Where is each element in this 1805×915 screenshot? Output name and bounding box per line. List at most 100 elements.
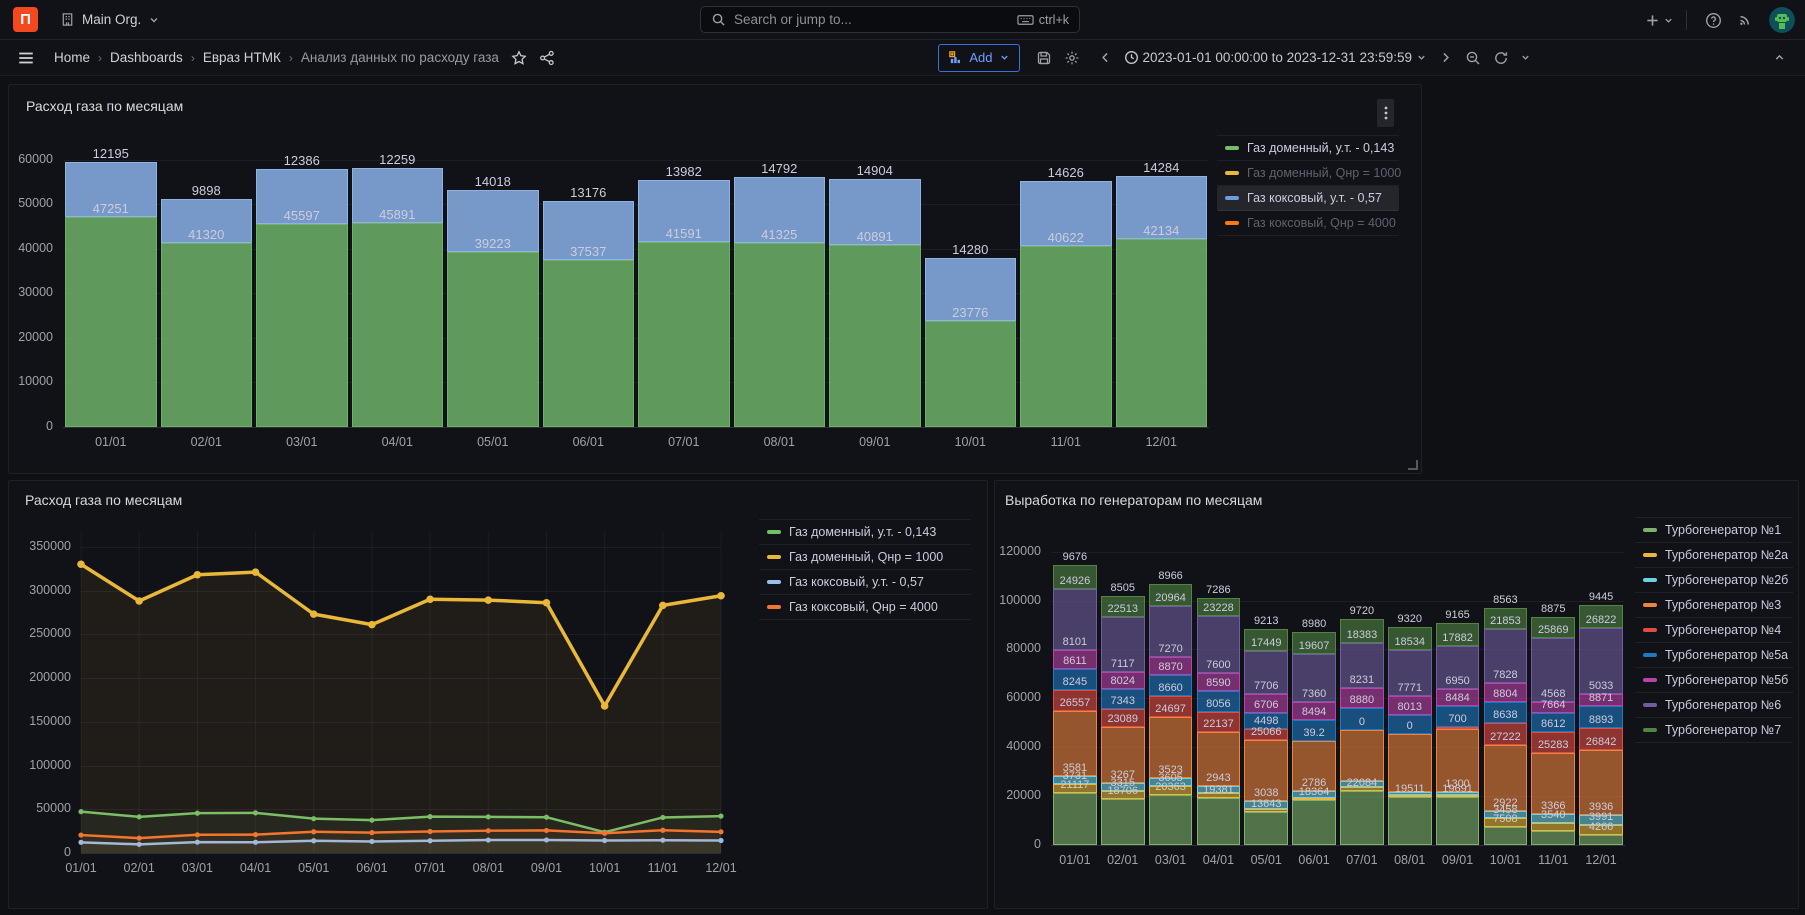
zoom-out-button[interactable] <box>1459 43 1487 73</box>
data-point[interactable] <box>544 828 549 833</box>
search-input[interactable]: Search or jump to... ctrl+k <box>700 6 1080 33</box>
data-point[interactable] <box>543 599 551 607</box>
legend-item[interactable]: Газ коксовый, Qнр = 4000 <box>759 595 971 620</box>
data-point[interactable] <box>252 568 260 576</box>
legend-item[interactable]: Газ доменный, Qнр = 1000 <box>1217 161 1399 186</box>
legend-item[interactable]: Турбогенератор №2б <box>1635 568 1793 593</box>
data-point[interactable] <box>310 610 318 618</box>
gear-icon <box>1064 50 1080 66</box>
mega-menu-toggle[interactable] <box>12 43 40 73</box>
save-dashboard-button[interactable] <box>1030 43 1058 73</box>
add-panel-button[interactable]: Add <box>938 44 1019 72</box>
bar-segment[interactable] <box>1149 795 1193 845</box>
legend-item[interactable]: Турбогенератор №7 <box>1635 718 1793 743</box>
data-point[interactable] <box>660 828 665 833</box>
data-point[interactable] <box>253 832 258 837</box>
legend-item[interactable]: Турбогенератор №1 <box>1635 517 1793 543</box>
bar-segment[interactable] <box>1436 795 1480 797</box>
data-point[interactable] <box>486 828 491 833</box>
help-button[interactable] <box>1699 5 1727 35</box>
data-point[interactable] <box>484 596 492 604</box>
legend-item[interactable]: Турбогенератор №4 <box>1635 618 1793 643</box>
data-point[interactable] <box>426 595 434 603</box>
bar-segment[interactable] <box>1484 827 1528 845</box>
bar-value-label: 8875 <box>1519 604 1587 615</box>
chart-plot-area[interactable]: 0200004000060000800001000001200002111737… <box>1051 537 1625 845</box>
bar-segment[interactable] <box>1244 812 1288 845</box>
data-point[interactable] <box>77 560 85 568</box>
bar-segment[interactable] <box>829 245 921 427</box>
legend-item[interactable]: Газ доменный, Qнр = 1000 <box>759 545 971 570</box>
new-menu-button[interactable] <box>1645 5 1674 35</box>
breadcrumb-item[interactable]: Home <box>54 50 90 65</box>
bar-segment[interactable] <box>65 217 157 427</box>
bar-segment[interactable] <box>1340 791 1384 845</box>
bar-segment[interactable] <box>1292 800 1336 845</box>
dashboard-settings-button[interactable] <box>1058 43 1086 73</box>
legend-item[interactable]: Турбогенератор №3 <box>1635 593 1793 618</box>
bar-segment[interactable] <box>1388 797 1432 845</box>
data-point[interactable] <box>601 702 609 710</box>
data-point[interactable] <box>659 602 667 610</box>
news-button[interactable] <box>1731 5 1759 35</box>
data-point[interactable] <box>717 592 725 600</box>
time-range-picker[interactable]: 2023-01-01 00:00:00 to 2023-12-31 23:59:… <box>1120 43 1431 73</box>
bar-segment[interactable] <box>638 242 730 427</box>
time-shift-back-button[interactable] <box>1092 43 1120 73</box>
bar-segment[interactable] <box>543 260 635 427</box>
bar-segment[interactable] <box>925 321 1017 427</box>
gridline <box>81 809 721 810</box>
legend-item[interactable]: Газ коксовый, у.т. - 0,57 <box>759 570 971 595</box>
chart-plot-area[interactable]: 0500001000001500002000002500003000003500… <box>81 531 721 853</box>
collapse-header-button[interactable] <box>1765 43 1793 73</box>
user-avatar[interactable] <box>1769 7 1795 33</box>
data-point[interactable] <box>311 829 316 834</box>
bar-segment[interactable] <box>352 223 444 427</box>
bar-segment[interactable] <box>1053 793 1097 845</box>
bar-segment[interactable] <box>1579 835 1623 845</box>
legend-item[interactable]: Турбогенератор №2а <box>1635 543 1793 568</box>
legend-item[interactable]: Турбогенератор №5а <box>1635 643 1793 668</box>
data-point[interactable] <box>78 832 83 837</box>
favorite-star-button[interactable] <box>505 43 533 73</box>
data-point[interactable] <box>195 832 200 837</box>
bar-segment[interactable] <box>1340 730 1384 781</box>
legend-item[interactable]: Газ доменный, у.т. - 0,143 <box>759 519 971 545</box>
bar-segment[interactable] <box>161 243 253 427</box>
bar-segment[interactable] <box>1531 831 1575 845</box>
data-point[interactable] <box>718 829 723 834</box>
data-point[interactable] <box>427 829 432 834</box>
legend-item[interactable]: Газ коксовый, Qнр = 4000 <box>1217 211 1399 236</box>
bar-segment[interactable] <box>447 252 539 427</box>
panel-resize-handle[interactable] <box>1408 460 1418 470</box>
breadcrumb-item[interactable]: Евраз НТМК <box>203 50 281 65</box>
breadcrumb-item[interactable]: Dashboards <box>110 50 183 65</box>
share-button[interactable] <box>533 43 561 73</box>
bar-value-label: 22513 <box>1089 604 1157 615</box>
bar-segment[interactable] <box>1436 727 1480 729</box>
x-axis-tick: 02/01 <box>1099 853 1147 867</box>
legend-item[interactable]: Газ коксовый, у.т. - 0,57 <box>1217 186 1399 211</box>
legend-item[interactable]: Турбогенератор №5б <box>1635 668 1793 693</box>
bar-segment[interactable] <box>1101 799 1145 845</box>
chart-plot-area[interactable]: 0100002000030000400005000060000472511219… <box>63 151 1209 427</box>
bar-segment[interactable] <box>734 243 826 427</box>
panel-menu-button[interactable] <box>1377 99 1394 127</box>
data-point[interactable] <box>194 571 202 579</box>
legend-item[interactable]: Турбогенератор №6 <box>1635 693 1793 718</box>
refresh-interval-dropdown[interactable] <box>1515 43 1535 73</box>
org-switcher[interactable]: Main Org. <box>60 12 160 27</box>
bar-segment[interactable] <box>1020 246 1112 427</box>
bar-segment[interactable] <box>1292 798 1336 800</box>
data-point[interactable] <box>368 621 376 629</box>
data-point[interactable] <box>137 836 142 841</box>
time-shift-forward-button[interactable] <box>1431 43 1459 73</box>
grafana-logo[interactable]: П <box>13 7 38 32</box>
legend-item[interactable]: Газ доменный, у.т. - 0,143 <box>1217 135 1399 161</box>
data-point[interactable] <box>602 831 607 836</box>
refresh-button[interactable] <box>1487 43 1515 73</box>
bar-segment[interactable] <box>256 224 348 427</box>
bar-segment[interactable] <box>1116 239 1208 427</box>
data-point[interactable] <box>369 830 374 835</box>
data-point[interactable] <box>135 597 143 605</box>
